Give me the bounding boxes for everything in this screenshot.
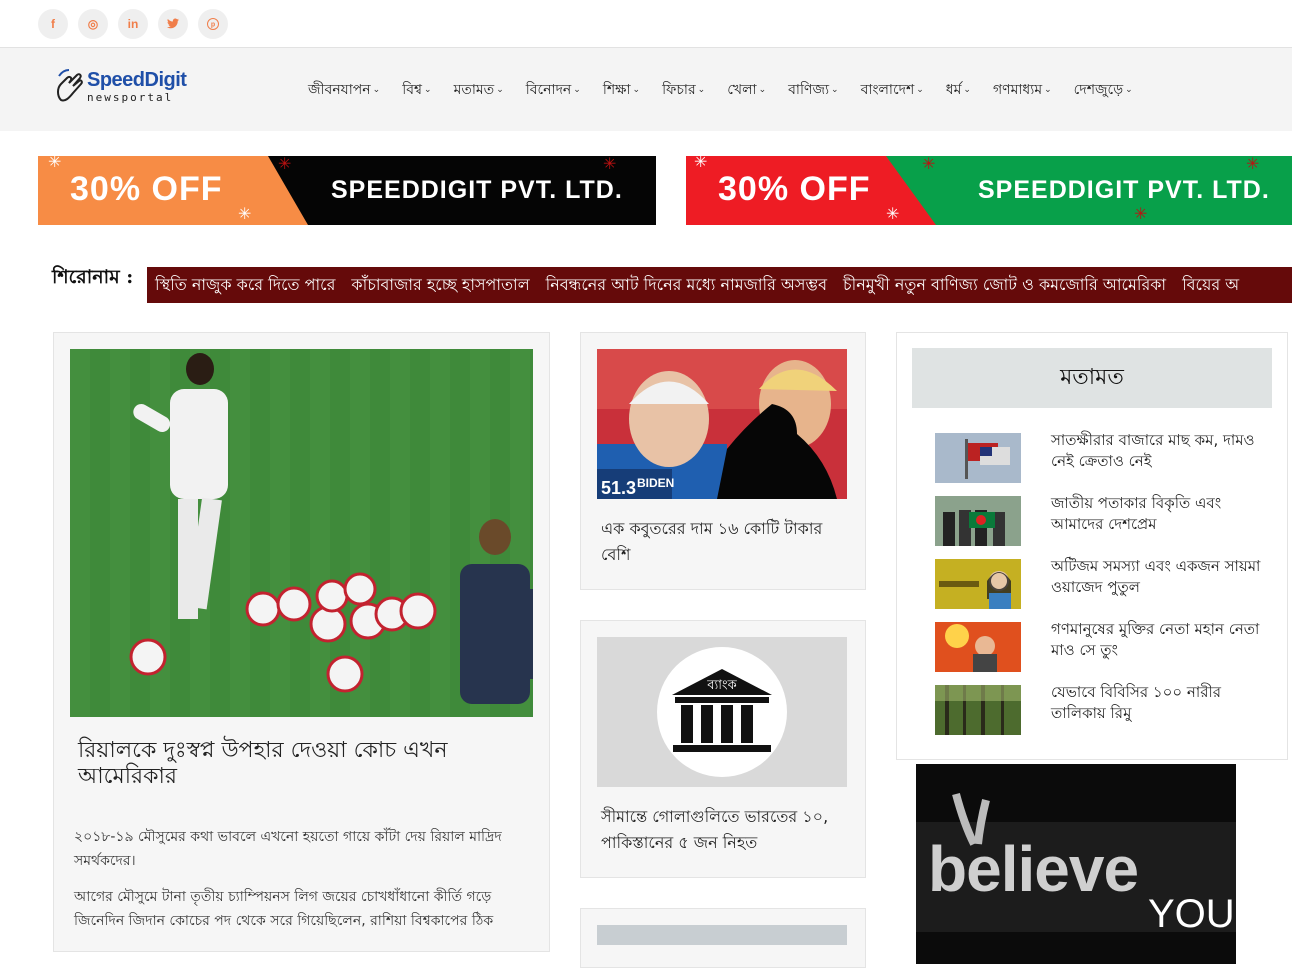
nav-item-world[interactable]: বিশ্ব ⌄ — [402, 78, 431, 102]
opinion-thumb — [935, 685, 1021, 735]
news-card-title[interactable]: সীমান্তে গোলাগুলিতে ভারতের ১০, পাকিস্তান… — [601, 804, 851, 856]
svg-text:p: p — [211, 21, 215, 28]
sparkle-icon: ✳ — [48, 156, 62, 171]
chevron-down-icon: ⌄ — [1125, 84, 1133, 95]
svg-text:ব্যাংক: ব্যাংক — [706, 678, 737, 693]
chevron-down-icon: ⌄ — [632, 84, 641, 95]
lead-story-card: রিয়ালকে দুঃস্বপ্ন উপহার দেওয়া কোচ এখন … — [53, 332, 550, 952]
news-card-image[interactable] — [597, 925, 847, 945]
sparkle-icon: ✳ — [694, 156, 708, 171]
lead-story-title[interactable]: রিয়ালকে দুঃস্বপ্ন উপহার দেওয়া কোচ এখন … — [78, 738, 528, 790]
opinion-title[interactable]: অটিজম সমস্যা এবং একজন সায়মা ওয়াজেদ পুত… — [1051, 556, 1266, 598]
ad-discount: 30% OFF — [70, 170, 223, 208]
nav-item-countrywide[interactable]: দেশজুড়ে ⌄ — [1074, 78, 1133, 102]
news-ticker: স্থিতি নাজুক করে দিতে পারে কাঁচাবাজার হচ… — [147, 267, 1292, 303]
ticker-item[interactable]: কাঁচাবাজার হচ্ছে হাসপাতাল — [343, 272, 537, 299]
ad-company: SPEEDDIGIT PVT. LTD. — [978, 176, 1270, 204]
ticker-item[interactable]: বিয়ের অ — [1174, 272, 1247, 299]
social-bar: f ◎ in p — [0, 0, 1292, 48]
logo-title: SpeedDigit — [87, 68, 187, 91]
logo-hand-icon — [57, 69, 83, 102]
opinion-item[interactable]: যেভাবে বিবিসির ১০০ নারীর তালিকায় রিমু — [935, 682, 1266, 737]
lead-story-excerpt: ২০১৮-১৯ মৌসুমের কথা ভাবলে এখনো হয়তো গায… — [74, 829, 502, 869]
opinion-title[interactable]: গণমানুষের মুক্তির নেতা মহান নেতা মাও সে … — [1051, 619, 1266, 661]
opinion-item[interactable]: জাতীয় পতাকার বিকৃতি এবং আমাদের দেশপ্রেম — [935, 493, 1266, 548]
opinion-thumb — [935, 559, 1021, 609]
chevron-down-icon: ⌄ — [496, 84, 504, 95]
chevron-down-icon: ⌄ — [573, 84, 581, 95]
nav-item-entertainment[interactable]: বিনোদন ⌄ — [526, 78, 581, 102]
ticker-label: শিরোনাম : — [52, 266, 134, 288]
ticker-item[interactable]: নিবন্ধনের আট দিনের মধ্যে নামজারি অসম্ভব — [538, 272, 835, 299]
sparkle-icon: ✳ — [1246, 156, 1260, 173]
ad-company: SPEEDDIGIT PVT. LTD. — [331, 176, 623, 204]
opinion-item[interactable]: গণমানুষের মুক্তির নেতা মহান নেতা মাও সে … — [935, 619, 1266, 674]
opinion-thumb — [935, 622, 1021, 672]
sparkle-icon: ✳ — [278, 156, 292, 173]
nav-item-sports[interactable]: খেলা ⌄ — [727, 78, 766, 102]
site-logo[interactable]: SpeedDigit newsportal — [55, 66, 187, 106]
facebook-icon[interactable]: f — [38, 8, 68, 39]
lead-story-excerpt: আগের মৌসুমে টানা তৃতীয় চ্যাম্পিয়নস লিগ… — [74, 889, 494, 929]
chevron-down-icon: ⌄ — [963, 84, 971, 95]
news-card-title[interactable]: এক কবুতরের দাম ১৬ কোটি টাকার বেশি — [601, 516, 851, 568]
opinion-thumb — [935, 433, 1021, 483]
nav-item-religion[interactable]: ধর্ম ⌄ — [946, 78, 971, 102]
main-nav: জীবনযাপন ⌄ বিশ্ব ⌄ মতামত ⌄ বিনোদন ⌄ শিক্ষা ⌄ … — [308, 48, 1133, 131]
ticker-item[interactable]: স্থিতি নাজুক করে দিতে পারে — [147, 272, 343, 299]
opinion-thumb — [935, 496, 1021, 546]
opinion-heading: মতামত — [912, 348, 1272, 408]
chevron-down-icon: ⌄ — [1044, 84, 1052, 95]
svg-text:51.3: 51.3 — [601, 478, 636, 498]
svg-text:BIDEN: BIDEN — [637, 476, 674, 490]
ad-discount: 30% OFF — [718, 170, 871, 208]
nav-item-bangladesh[interactable]: বাংলাদেশ ⌄ — [861, 78, 924, 102]
sparkle-icon: ✳ — [238, 204, 252, 223]
chevron-down-icon: ⌄ — [424, 84, 432, 95]
instagram-icon[interactable]: ◎ — [78, 8, 108, 39]
believe-you: YOU — [1148, 892, 1235, 936]
news-card — [580, 908, 866, 968]
believe-word: believe — [928, 833, 1139, 905]
opinion-widget: মতামত সাতক্ষীরার বাজারে মাছ কম, দামও নেই… — [896, 332, 1288, 760]
opinion-title[interactable]: সাতক্ষীরার বাজারে মাছ কম, দামও নেই ক্রেত… — [1051, 430, 1266, 472]
chevron-down-icon: ⌄ — [697, 84, 706, 95]
news-card: ব্যাংক সীমান্তে গোলাগুলিতে ভারতের ১০, পা… — [580, 620, 866, 878]
ad-banner-1[interactable]: 30% OFF SPEEDDIGIT PVT. LTD. ✳ ✳ ✳ ✳ — [38, 156, 656, 225]
news-card: 51.3 BIDEN এক কবুতরের দাম ১৬ কোটি টাকার … — [580, 332, 866, 590]
opinion-title[interactable]: যেভাবে বিবিসির ১০০ নারীর তালিকায় রিমু — [1051, 682, 1266, 724]
linkedin-icon[interactable]: in — [118, 8, 148, 39]
chevron-down-icon: ⌄ — [916, 84, 924, 95]
ticker-item[interactable]: চীনমুখী নতুন বাণিজ্য জোট ও কমজোরি আমেরিক… — [835, 272, 1174, 299]
nav-item-lifestyle[interactable]: জীবনযাপন ⌄ — [308, 78, 380, 102]
nav-item-opinion[interactable]: মতামত ⌄ — [454, 78, 504, 102]
logo-subtitle: newsportal — [87, 90, 174, 104]
lead-story-image[interactable] — [70, 349, 533, 717]
nav-item-feature[interactable]: ফিচার ⌄ — [662, 78, 705, 102]
pinterest-icon[interactable]: p — [198, 8, 228, 39]
news-card-image[interactable]: ব্যাংক — [597, 637, 847, 787]
ad-banner-2[interactable]: 30% OFF SPEEDDIGIT PVT. LTD. ✳ ✳ ✳ ✳ ✳ — [686, 156, 1292, 225]
sparkle-icon: ✳ — [922, 156, 936, 173]
sparkle-icon: ✳ — [886, 204, 900, 223]
sparkle-icon: ✳ — [603, 156, 617, 173]
sparkle-icon: ✳ — [1134, 204, 1148, 223]
nav-item-education[interactable]: শিক্ষা ⌄ — [603, 78, 640, 102]
chevron-down-icon: ⌄ — [758, 84, 767, 95]
chevron-down-icon: ⌄ — [372, 84, 381, 95]
nav-item-media[interactable]: গণমাধ্যম ⌄ — [993, 78, 1052, 102]
nav-item-business[interactable]: বাণিজ্য ⌄ — [788, 78, 838, 102]
twitter-icon[interactable] — [158, 8, 188, 39]
news-card-image[interactable]: 51.3 BIDEN — [597, 349, 847, 499]
opinion-item[interactable]: অটিজম সমস্যা এবং একজন সায়মা ওয়াজেদ পুত… — [935, 556, 1266, 611]
opinion-title[interactable]: জাতীয় পতাকার বিকৃতি এবং আমাদের দেশপ্রেম — [1051, 493, 1266, 535]
believe-ad[interactable]: believe YOU — [916, 764, 1236, 964]
chevron-down-icon: ⌄ — [831, 84, 839, 95]
opinion-item[interactable]: সাতক্ষীরার বাজারে মাছ কম, দামও নেই ক্রেত… — [935, 430, 1266, 485]
site-header: SpeedDigit newsportal জীবনযাপন ⌄ বিশ্ব ⌄ ম… — [0, 48, 1292, 131]
